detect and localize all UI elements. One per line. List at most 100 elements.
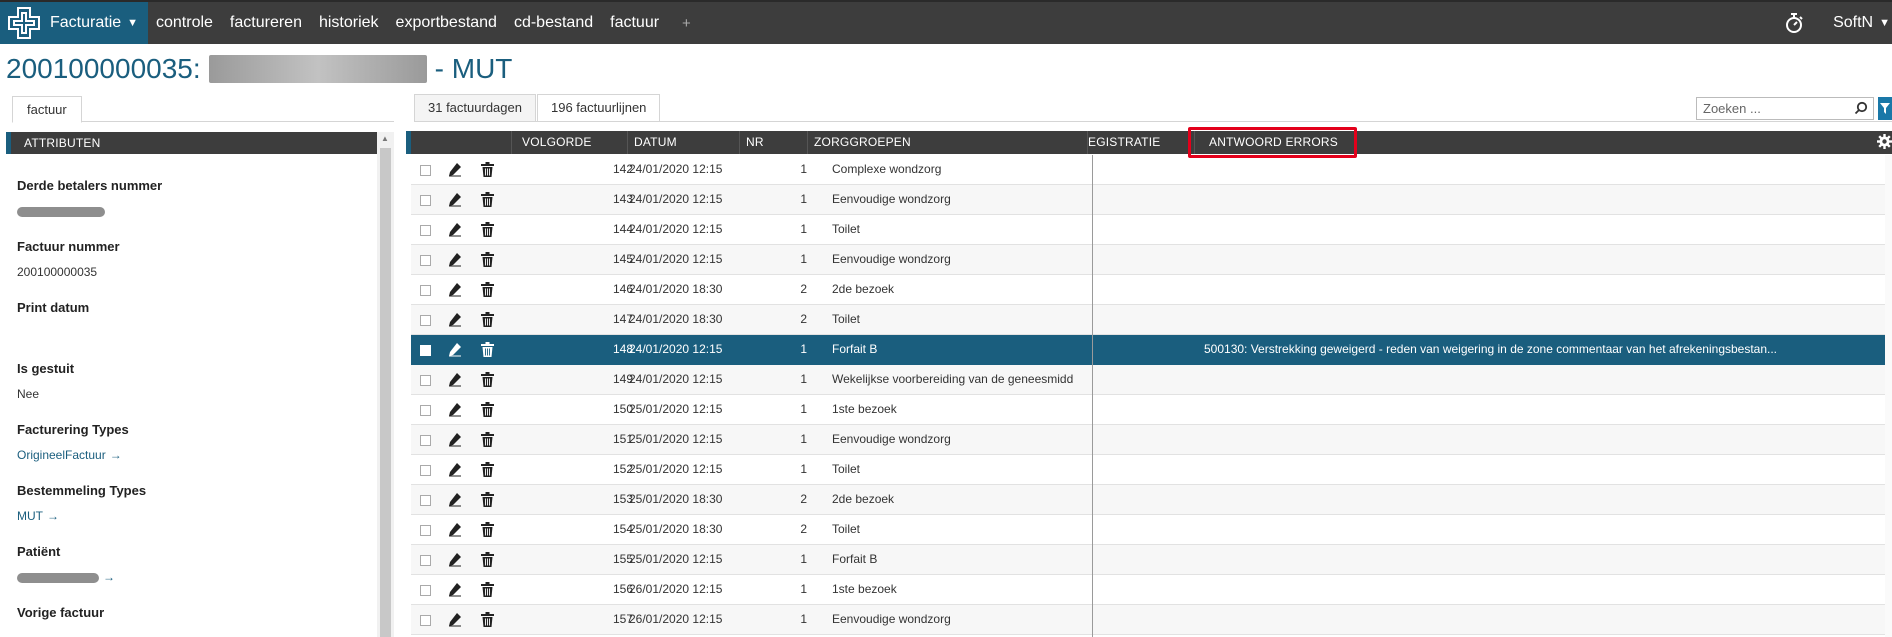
patient-link[interactable]: →	[17, 570, 373, 584]
attr-label: Facturering Types	[17, 422, 129, 437]
nav-exportbestand[interactable]: exportbestand	[396, 14, 497, 32]
pencil-icon[interactable]	[448, 252, 462, 267]
table-row[interactable]: 149 24/01/2020 12:15 1 Wekelijkse voorberei…	[411, 365, 1885, 395]
column-splitter[interactable]	[1092, 155, 1093, 637]
table-row[interactable]: 143 24/01/2020 12:15 1 Eenvoudige wondzorg	[411, 185, 1885, 215]
chevron-down-icon[interactable]: ▼	[1879, 17, 1890, 29]
row-checkbox[interactable]	[420, 555, 431, 566]
attr-value[interactable]: OrigineelFactuur	[17, 448, 106, 462]
tab-factuur[interactable]: factuur	[12, 96, 82, 123]
trash-icon[interactable]	[481, 432, 494, 447]
redacted-value[interactable]	[17, 572, 99, 583]
row-checkbox[interactable]	[420, 585, 431, 596]
tab-factuurdagen[interactable]: 31 factuurdagen	[414, 94, 536, 122]
pencil-icon[interactable]	[448, 522, 462, 537]
row-checkbox[interactable]	[420, 345, 431, 356]
pencil-icon[interactable]	[448, 432, 462, 447]
nav-controle[interactable]: controle	[156, 14, 213, 32]
trash-icon[interactable]	[481, 462, 494, 477]
table-row[interactable]: 147 24/01/2020 18:30 2 Toilet	[411, 305, 1885, 335]
header-zorggroepen[interactable]: ZORGGROEPEN	[808, 131, 1088, 154]
header-registratie[interactable]: EGISTRATIE	[1088, 131, 1195, 154]
table-row[interactable]: 146 24/01/2020 18:30 2 2de bezoek	[411, 275, 1885, 305]
row-checkbox[interactable]	[420, 285, 431, 296]
user-menu[interactable]: SoftN	[1833, 14, 1873, 32]
attr-value[interactable]: MUT	[17, 509, 43, 523]
table-row[interactable]: 145 24/01/2020 12:15 1 Eenvoudige wondzorg	[411, 245, 1885, 275]
stopwatch-icon[interactable]	[1783, 12, 1805, 34]
table-row[interactable]: 151 25/01/2020 12:15 1 Eenvoudige wondzorg	[411, 425, 1885, 455]
pencil-icon[interactable]	[448, 312, 462, 327]
bestemmeling-type-link[interactable]: MUT →	[17, 509, 373, 523]
row-checkbox[interactable]	[420, 225, 431, 236]
pencil-icon[interactable]	[448, 342, 462, 357]
trash-icon[interactable]	[481, 402, 494, 417]
trash-icon[interactable]	[481, 312, 494, 327]
table-row[interactable]: 144 24/01/2020 12:15 1 Toilet	[411, 215, 1885, 245]
pencil-icon[interactable]	[448, 162, 462, 177]
pencil-icon[interactable]	[448, 282, 462, 297]
header-volgorde[interactable]: VOLGORDE	[512, 131, 628, 154]
facturering-type-link[interactable]: OrigineelFactuur →	[17, 448, 373, 462]
pencil-icon[interactable]	[448, 582, 462, 597]
row-checkbox[interactable]	[420, 195, 431, 206]
header-antwoord-errors[interactable]: ANTWOORD ERRORS	[1195, 131, 1892, 154]
nav-cd-bestand[interactable]: cd-bestand	[514, 14, 593, 32]
trash-icon[interactable]	[481, 192, 494, 207]
trash-icon[interactable]	[481, 162, 494, 177]
row-checkbox[interactable]	[420, 315, 431, 326]
row-checkbox[interactable]	[420, 255, 431, 266]
gear-icon[interactable]	[1877, 134, 1892, 149]
table-row[interactable]: 153 25/01/2020 18:30 2 2de bezoek	[411, 485, 1885, 515]
search-icon[interactable]	[1854, 101, 1868, 115]
row-checkbox[interactable]	[420, 165, 431, 176]
table-row[interactable]: 152 25/01/2020 12:15 1 Toilet	[411, 455, 1885, 485]
scroll-up-icon[interactable]: ▲	[381, 134, 389, 143]
nav-historiek[interactable]: historiek	[319, 14, 379, 32]
row-checkbox[interactable]	[420, 405, 431, 416]
table-row[interactable]: 155 25/01/2020 12:15 1 Forfait B	[411, 545, 1885, 575]
trash-icon[interactable]	[481, 282, 494, 297]
cell-nr: 1	[800, 582, 807, 596]
trash-icon[interactable]	[481, 372, 494, 387]
row-checkbox[interactable]	[420, 375, 431, 386]
add-tab-button[interactable]: +	[682, 15, 691, 32]
table-row[interactable]: 150 25/01/2020 12:15 1 1ste bezoek	[411, 395, 1885, 425]
pencil-icon[interactable]	[448, 492, 462, 507]
pencil-icon[interactable]	[448, 462, 462, 477]
row-checkbox[interactable]	[420, 525, 431, 536]
trash-icon[interactable]	[481, 582, 494, 597]
pencil-icon[interactable]	[448, 372, 462, 387]
pencil-icon[interactable]	[448, 222, 462, 237]
table-row[interactable]: 156 26/01/2020 12:15 1 1ste bezoek	[411, 575, 1885, 605]
header-datum[interactable]: DATUM	[628, 131, 740, 154]
trash-icon[interactable]	[481, 612, 494, 627]
pencil-icon[interactable]	[448, 192, 462, 207]
trash-icon[interactable]	[481, 252, 494, 267]
row-checkbox[interactable]	[420, 465, 431, 476]
app-menu-button[interactable]: Facturatie ▼	[0, 2, 148, 44]
nav-factuur[interactable]: factuur	[610, 14, 659, 32]
table-row[interactable]: 142 24/01/2020 12:15 1 Complexe wondzorg	[411, 155, 1885, 185]
trash-icon[interactable]	[481, 342, 494, 357]
pencil-icon[interactable]	[448, 612, 462, 627]
grid-scrollbar[interactable]	[1885, 155, 1892, 637]
trash-icon[interactable]	[481, 552, 494, 567]
tab-factuurlijnen[interactable]: 196 factuurlijnen	[537, 94, 661, 122]
search-input[interactable]	[1696, 97, 1874, 120]
pencil-icon[interactable]	[448, 402, 462, 417]
left-scrollbar[interactable]: ▲	[377, 132, 394, 637]
table-row[interactable]: 154 25/01/2020 18:30 2 Toilet	[411, 515, 1885, 545]
header-nr[interactable]: NR	[740, 131, 808, 154]
row-checkbox[interactable]	[420, 495, 431, 506]
table-row[interactable]: 148 24/01/2020 12:15 1 Forfait B 500130: Ver…	[411, 335, 1885, 365]
row-checkbox[interactable]	[420, 435, 431, 446]
scrollbar-thumb[interactable]	[380, 148, 391, 637]
pencil-icon[interactable]	[448, 552, 462, 567]
trash-icon[interactable]	[481, 222, 494, 237]
nav-factureren[interactable]: factureren	[230, 14, 302, 32]
table-row[interactable]: 157 26/01/2020 12:15 1 Eenvoudige wondzorg	[411, 605, 1885, 635]
row-checkbox[interactable]	[420, 615, 431, 626]
trash-icon[interactable]	[481, 492, 494, 507]
trash-icon[interactable]	[481, 522, 494, 537]
